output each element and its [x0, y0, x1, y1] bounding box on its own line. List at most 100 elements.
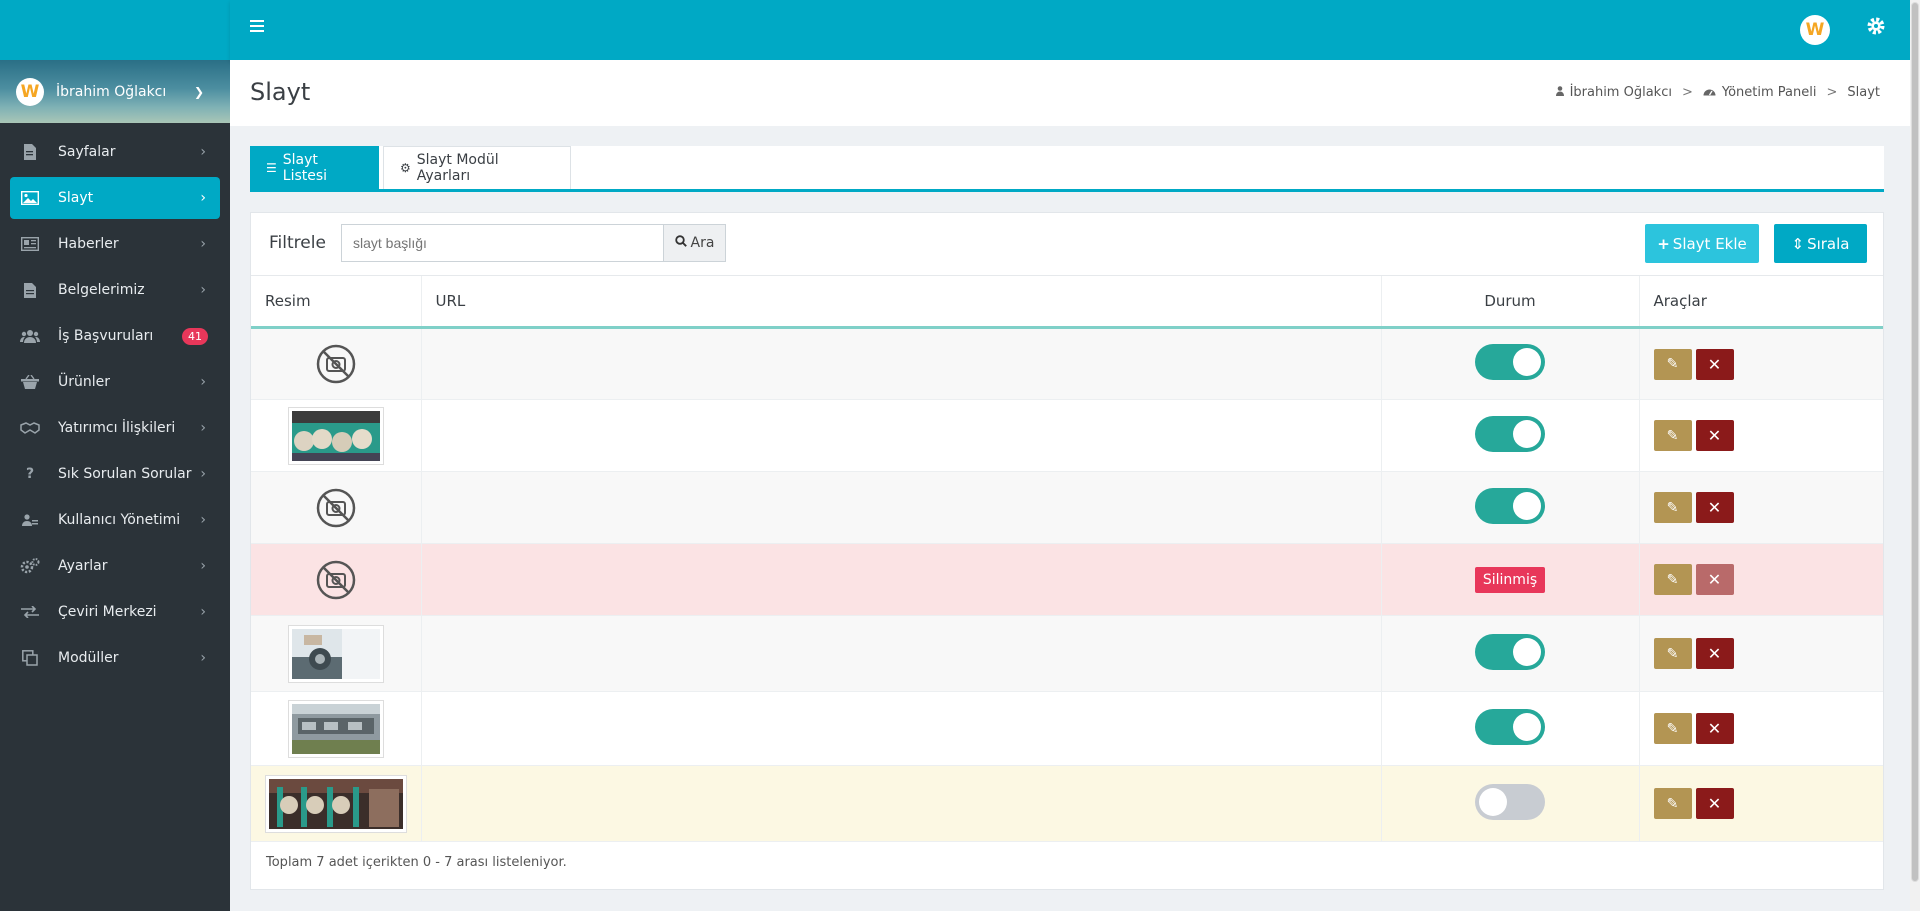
url-cell: [420, 615, 1381, 692]
sort-button[interactable]: ⇕ Sırala: [1774, 224, 1867, 263]
slide-thumbnail[interactable]: [287, 406, 384, 465]
status-toggle[interactable]: [1475, 415, 1545, 452]
delete-button[interactable]: ✕: [1695, 713, 1734, 744]
table-row: ✎ ✕: [251, 471, 1883, 544]
sort-label: Sırala: [1807, 234, 1850, 253]
tools-cell: ✎ ✕: [1638, 327, 1883, 400]
sidebar-item-haberler[interactable]: Haberler ›: [10, 223, 220, 265]
image-cell: [251, 765, 421, 842]
edit-button[interactable]: ✎: [1653, 713, 1692, 744]
settings-gear-icon[interactable]: [1866, 16, 1886, 42]
sidebar-item-ceviri-merkezi[interactable]: Çeviri Merkezi ›: [10, 591, 220, 633]
sidebar-item-is-basvurulari[interactable]: İş Başvuruları 41: [10, 315, 220, 357]
page-scrollbar[interactable]: [1910, 0, 1920, 911]
image-icon: [20, 188, 40, 208]
top-user-avatar[interactable]: W: [1800, 15, 1830, 45]
chevron-right-icon: ›: [200, 466, 206, 482]
slide-thumbnail[interactable]: [287, 624, 384, 683]
close-icon: ✕: [1707, 498, 1722, 517]
edit-button[interactable]: ✎: [1653, 788, 1692, 819]
sidebar-item-label: Çeviri Merkezi: [58, 604, 157, 620]
column-header-resim[interactable]: Resim: [251, 275, 421, 329]
status-toggle[interactable]: [1475, 708, 1545, 745]
breadcrumb: İbrahim Oğlakcı > Yönetim Paneli > Slayt: [1555, 85, 1880, 100]
document-icon: [20, 280, 40, 300]
table-row: ✎ ✕: [251, 327, 1883, 400]
status-cell: [1380, 615, 1639, 692]
sidebar-item-slayt[interactable]: Slayt ›: [10, 177, 220, 219]
sidebar-item-urunler[interactable]: Ürünler ›: [10, 361, 220, 403]
table-row: ✎ ✕: [251, 691, 1883, 766]
breadcrumb-separator: >: [1681, 85, 1693, 100]
status-cell: [1380, 471, 1639, 544]
search-input[interactable]: [341, 224, 666, 262]
chevron-right-icon: ❯: [193, 84, 204, 99]
status-toggle[interactable]: [1475, 783, 1545, 820]
slide-thumbnail[interactable]: [287, 699, 384, 758]
close-icon: ✕: [1707, 354, 1722, 374]
breadcrumb-dashboard[interactable]: Yönetim Paneli: [1722, 85, 1817, 100]
sidebar-nav: Sayfalar › Slayt › Haberler › Belgelerim…: [0, 123, 230, 679]
url-cell: [420, 327, 1381, 400]
search-button[interactable]: Ara: [663, 224, 726, 262]
chevron-right-icon: ›: [200, 420, 206, 436]
sidebar-item-belgelerimiz[interactable]: Belgelerimiz ›: [10, 269, 220, 311]
breadcrumb-user[interactable]: İbrahim Oğlakcı: [1570, 85, 1672, 100]
sidebar-item-ayarlar[interactable]: Ayarlar ›: [10, 545, 220, 587]
sidebar-item-sss[interactable]: ? Sık Sorulan Sorular ›: [10, 453, 220, 495]
status-toggle[interactable]: [1475, 344, 1545, 380]
slides-table: Resim URL Durum Araçlar ✎ ✕ ✎ ✕ ✎ ✕ Sili…: [251, 275, 1883, 842]
pagination-summary: Toplam 7 adet içerikten 0 - 7 arası list…: [266, 855, 567, 870]
tab-slayt-modul-ayarlari[interactable]: ⚙ Slayt Modül Ayarları: [383, 146, 571, 189]
tab-slayt-listesi[interactable]: ☰ Slayt Listesi: [250, 146, 379, 189]
add-slide-button[interactable]: + Slayt Ekle: [1645, 224, 1759, 263]
delete-button[interactable]: ✕: [1695, 492, 1734, 523]
clone-icon: [20, 648, 40, 668]
question-icon: ?: [25, 466, 35, 482]
chevron-right-icon: ›: [200, 144, 206, 160]
brand-strip: [0, 0, 230, 60]
close-icon: ✕: [1707, 794, 1722, 813]
menu-toggle-icon[interactable]: [250, 20, 264, 32]
status-toggle[interactable]: [1475, 487, 1545, 524]
edit-button[interactable]: ✎: [1653, 638, 1692, 669]
table-row: ✎ ✕: [251, 615, 1883, 692]
delete-button[interactable]: ✕: [1695, 348, 1734, 380]
edit-button[interactable]: ✎: [1653, 420, 1692, 451]
plus-icon: +: [1657, 234, 1670, 253]
tools-cell: ✎ ✕: [1638, 691, 1883, 766]
sidebar-item-kullanici-yonetimi[interactable]: Kullanıcı Yönetimi ›: [10, 499, 220, 541]
scrollbar-thumb[interactable]: [1911, 2, 1919, 882]
pencil-icon: ✎: [1666, 795, 1679, 812]
close-icon: ✕: [1707, 426, 1722, 445]
slide-list-card: Filtrele Ara + Slayt Ekle ⇕ Sırala Resim…: [250, 212, 1884, 890]
pencil-icon: ✎: [1666, 645, 1679, 662]
column-header-url[interactable]: URL: [420, 275, 1381, 329]
chevron-right-icon: ›: [200, 650, 206, 666]
page-title: Slayt: [250, 78, 311, 106]
no-image-icon: [316, 344, 355, 384]
delete-button[interactable]: ✕: [1695, 420, 1734, 451]
sidebar-item-moduller[interactable]: Modüller ›: [10, 637, 220, 679]
chevron-right-icon: ›: [200, 236, 206, 252]
delete-button[interactable]: ✕: [1695, 788, 1734, 819]
image-cell: [251, 691, 421, 766]
sidebar-item-sayfalar[interactable]: Sayfalar ›: [10, 131, 220, 173]
user-panel[interactable]: W İbrahim Oğlakcı ❯: [0, 60, 230, 123]
slide-thumbnail[interactable]: [264, 774, 407, 833]
edit-button[interactable]: ✎: [1653, 564, 1692, 595]
url-cell: [420, 691, 1381, 766]
delete-button[interactable]: ✕: [1695, 638, 1734, 669]
sidebar-item-label: İş Başvuruları: [58, 328, 154, 344]
column-header-durum[interactable]: Durum: [1380, 275, 1639, 329]
sidebar-item-label: Haberler: [58, 236, 119, 252]
sidebar-item-label: Ürünler: [58, 374, 111, 390]
url-cell: [420, 471, 1381, 544]
sidebar-item-yatirimci-iliskileri[interactable]: Yatırımcı İlişkileri ›: [10, 407, 220, 449]
add-slide-label: Slayt Ekle: [1672, 234, 1747, 253]
edit-button[interactable]: ✎: [1653, 492, 1692, 523]
status-toggle[interactable]: [1475, 633, 1545, 670]
edit-button[interactable]: ✎: [1653, 348, 1692, 380]
status-cell: [1380, 765, 1639, 842]
delete-button[interactable]: ✕: [1695, 564, 1734, 595]
